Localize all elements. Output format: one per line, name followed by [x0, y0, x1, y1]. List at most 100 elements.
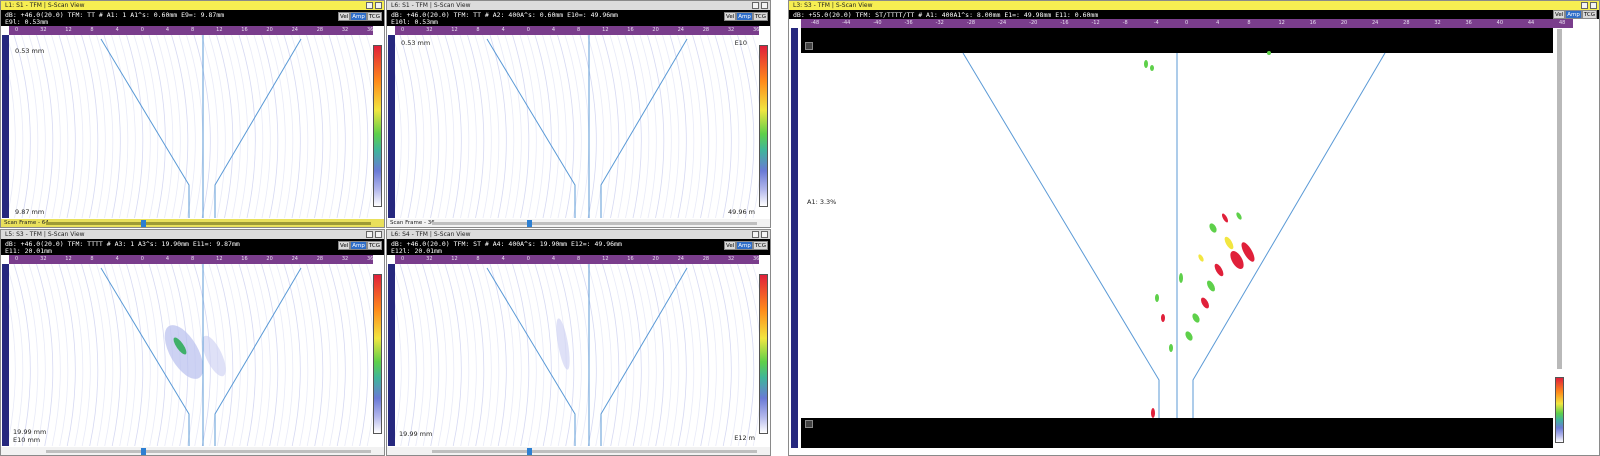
window-title[interactable]: L6: S4 - TFM | S-Scan View	[387, 230, 770, 239]
ruler-tick-label: 4	[551, 256, 556, 262]
slider-track[interactable]	[432, 450, 757, 453]
slider-thumb[interactable]	[141, 220, 146, 227]
info-bar: dB: +46.0(20.0) TFM: ST # A4: 400A^s: 19…	[387, 239, 770, 255]
indication-blob	[1267, 51, 1271, 55]
tcg-button[interactable]: TCG	[366, 241, 382, 250]
amp-button[interactable]: Amp	[736, 12, 753, 21]
horizontal-ruler[interactable]: 0 32 12 8 4 0 4 8 12 16 20 24 28 32 36	[9, 255, 373, 264]
weld-bevel-line	[486, 38, 576, 218]
vel-amp-tcg-toggle[interactable]: Vel Amp TCG	[723, 241, 768, 250]
close-icon[interactable]	[375, 2, 382, 9]
amplitude-colorbar[interactable]	[373, 45, 382, 207]
scan-frame-slider[interactable]: Scan Frame - 36	[387, 219, 770, 227]
ruler-tick-label: 8	[191, 27, 195, 33]
vel-button[interactable]: Vel	[723, 241, 737, 250]
maximize-icon[interactable]	[752, 2, 759, 9]
vertical-ruler[interactable]	[2, 264, 9, 446]
slider-thumb[interactable]	[527, 220, 532, 227]
slider-track[interactable]	[432, 222, 757, 225]
sscan-plot[interactable]: 19.99 mm E12 m	[395, 264, 759, 446]
sweep-line	[395, 42, 410, 218]
ruler-tick-label: 4	[165, 256, 170, 262]
ruler-tick-label: 0	[15, 27, 19, 33]
tcg-button[interactable]: TCG	[752, 12, 768, 21]
vel-amp-tcg-toggle[interactable]: Vel Amp TCG	[1552, 10, 1597, 19]
maximize-icon[interactable]	[752, 231, 759, 238]
close-icon[interactable]	[761, 231, 768, 238]
slider-thumb[interactable]	[527, 448, 532, 455]
maximize-icon[interactable]	[366, 231, 373, 238]
scroll-strip[interactable]	[1557, 29, 1562, 369]
ruler-tick-label: 20	[266, 256, 273, 262]
sscan-plot[interactable]: 0.53 mm 9.87 mm	[9, 35, 373, 218]
window-title[interactable]: L1: S1 - TFM | S-Scan View	[1, 1, 384, 10]
amp-button[interactable]: Amp	[1565, 10, 1582, 19]
vel-button[interactable]: Vel	[723, 12, 737, 21]
horizontal-ruler[interactable]: 0 32 12 8 4 0 4 8 12 16 20 24 28 32 36	[395, 255, 759, 264]
slider-track[interactable]	[46, 222, 371, 225]
ruler-tick-label: 8	[90, 256, 94, 262]
amplitude-colorbar[interactable]	[1555, 377, 1564, 443]
ruler-tick-label: 32	[40, 27, 47, 33]
vel-amp-tcg-toggle[interactable]: Vel Amp TCG	[337, 12, 382, 21]
sscan-view-bottom-left[interactable]: L5: S3 - TFM | S-Scan View dB: +46.0(20.…	[0, 229, 385, 456]
sscan-plot[interactable]: 0.53 mm E10 49.96 m	[395, 35, 759, 218]
close-icon[interactable]	[375, 231, 382, 238]
horizontal-ruler[interactable]: 0 32 12 8 4 0 4 8 12 16 20 24 28 32 36	[395, 26, 759, 35]
vel-button[interactable]: Vel	[337, 12, 351, 21]
tcg-button[interactable]: TCG	[1581, 10, 1597, 19]
amp-button[interactable]: Amp	[350, 12, 367, 21]
slider-thumb[interactable]	[141, 448, 146, 455]
sscan-view-top-right[interactable]: L6: S1 - TFM | S-Scan View dB: +46.0(20.…	[386, 0, 771, 228]
vertical-ruler[interactable]	[388, 264, 395, 446]
sscan-plot[interactable]: A1: 3.3%	[801, 28, 1553, 448]
info-line-2: E12l: 20.01mm	[391, 247, 442, 255]
scan-frame-slider[interactable]: Scan Frame - 64	[1, 219, 384, 227]
ruler-tick-label: 12	[451, 27, 458, 33]
tcg-button[interactable]: TCG	[752, 241, 768, 250]
window-title[interactable]: L3: S3 - TFM | S-Scan View	[789, 1, 1599, 10]
slider-track[interactable]	[46, 450, 371, 453]
ruler-tick-label: -12	[1091, 20, 1100, 26]
ruler-tick-label: 28	[316, 27, 324, 33]
close-icon[interactable]	[1590, 2, 1597, 9]
vel-button[interactable]: Vel	[1552, 10, 1566, 19]
ruler-tick-label: 16	[241, 256, 248, 262]
amplitude-colorbar[interactable]	[759, 274, 768, 434]
vel-button[interactable]: Vel	[337, 241, 351, 250]
amplitude-colorbar[interactable]	[759, 45, 768, 207]
indication-blob	[1179, 273, 1183, 283]
scan-frame-slider[interactable]	[1, 447, 384, 455]
amp-button[interactable]: Amp	[736, 241, 753, 250]
close-icon[interactable]	[761, 2, 768, 9]
sweep-line	[358, 264, 373, 446]
indication-blob	[1144, 60, 1148, 68]
weld-bevel-line-right	[600, 38, 688, 218]
vel-amp-tcg-toggle[interactable]: Vel Amp TCG	[723, 12, 768, 21]
vertical-ruler[interactable]	[791, 28, 798, 448]
vertical-ruler[interactable]	[388, 35, 395, 218]
maximize-icon[interactable]	[366, 2, 373, 9]
vertical-ruler[interactable]	[2, 35, 9, 218]
sscan-view-top-left[interactable]: L1: S1 - TFM | S-Scan View dB: +46.0(20.…	[0, 0, 385, 228]
ruler-tick-label: 4	[165, 27, 170, 33]
window-title[interactable]: L5: S3 - TFM | S-Scan View	[1, 230, 384, 239]
window-title[interactable]: L6: S1 - TFM | S-Scan View	[387, 1, 770, 10]
maximize-icon[interactable]	[1581, 2, 1588, 9]
amp-button[interactable]: Amp	[350, 241, 367, 250]
ruler-tick-label: -24	[998, 20, 1007, 26]
sscan-view-large[interactable]: L3: S3 - TFM | S-Scan View dB: +55.0(20.…	[788, 0, 1600, 456]
horizontal-ruler[interactable]: -48 -44 -40 -36 -32 -28 -24 -20 -16 -12 -8 -4 0 4 8 12 1…	[801, 19, 1573, 28]
tcg-button[interactable]: TCG	[366, 12, 382, 21]
indication-blob	[1151, 408, 1155, 418]
indication-blob	[1209, 223, 1217, 233]
scan-frame-slider[interactable]	[387, 447, 770, 455]
amplitude-colorbar[interactable]	[373, 274, 382, 434]
ruler-tick-label: -20	[1029, 20, 1038, 26]
ruler-tick-label: 24	[291, 27, 298, 33]
horizontal-ruler[interactable]: 0 32 12 8 4 0 4 8 12 16 20 24 28 32 36	[9, 26, 373, 35]
weld-bevel-line	[962, 52, 1160, 418]
vel-amp-tcg-toggle[interactable]: Vel Amp TCG	[337, 241, 382, 250]
sscan-plot[interactable]: 19.99 mm E10 mm	[9, 264, 373, 446]
sscan-view-bottom-right[interactable]: L6: S4 - TFM | S-Scan View dB: +46.0(20.…	[386, 229, 771, 456]
